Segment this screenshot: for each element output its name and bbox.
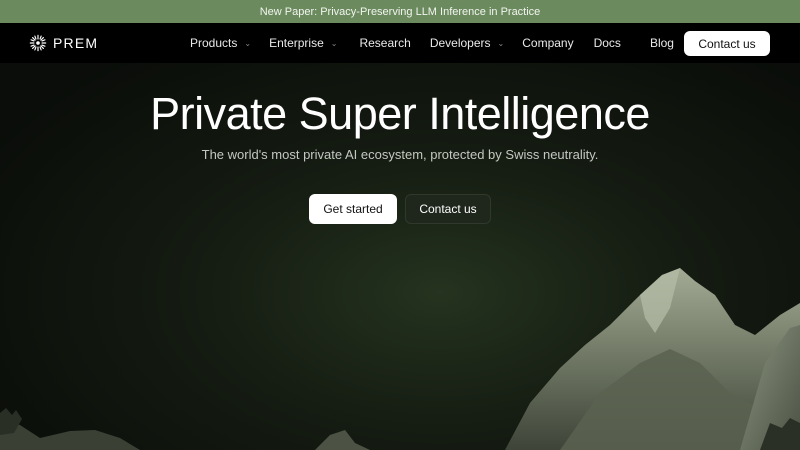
hero-title: Private Super Intelligence <box>150 88 650 139</box>
nav-contact-button[interactable]: Contact us <box>684 31 770 56</box>
top-navigation: PREM Products ⌄ Enterprise ⌄ Research De… <box>0 23 800 63</box>
chevron-down-icon: ⌄ <box>244 39 252 48</box>
nav-contact-label: Contact us <box>698 36 756 51</box>
contact-us-button[interactable]: Contact us <box>405 194 491 224</box>
nav-item-label: Developers <box>429 36 491 50</box>
nav-item-docs[interactable]: Docs <box>594 36 621 50</box>
nav-item-label: Research <box>359 36 411 50</box>
nav-item-company[interactable]: Company <box>522 36 573 50</box>
announcement-text[interactable]: New Paper: Privacy-Preserving LLM Infere… <box>260 6 541 18</box>
nav-item-label: Products <box>190 36 238 50</box>
nav-item-label: Enterprise <box>269 36 324 50</box>
get-started-label: Get started <box>323 202 383 216</box>
brand-logo[interactable]: PREM <box>29 33 98 53</box>
brand-name: PREM <box>53 35 99 51</box>
prem-logo-icon <box>29 34 47 52</box>
chevron-down-icon: ⌄ <box>497 39 505 48</box>
nav-item-label: Docs <box>593 36 621 50</box>
nav-links: Products ⌄ Enterprise ⌄ Research Develop… <box>190 23 674 63</box>
nav-item-label: Blog <box>649 36 674 50</box>
nav-item-label: Company <box>522 36 574 50</box>
nav-item-developers[interactable]: Developers ⌄ <box>430 36 504 50</box>
contact-us-label: Contact us <box>419 202 477 216</box>
announcement-banner[interactable]: New Paper: Privacy-Preserving LLM Infere… <box>0 0 800 23</box>
chevron-down-icon: ⌄ <box>330 39 338 48</box>
hero-subtitle: The world's most private AI ecosystem, p… <box>201 147 599 162</box>
nav-item-research[interactable]: Research <box>359 36 410 50</box>
nav-item-products[interactable]: Products ⌄ <box>190 36 251 50</box>
get-started-button[interactable]: Get started <box>309 194 397 224</box>
nav-item-blog[interactable]: Blog <box>650 36 674 50</box>
nav-item-enterprise[interactable]: Enterprise ⌄ <box>269 36 337 50</box>
